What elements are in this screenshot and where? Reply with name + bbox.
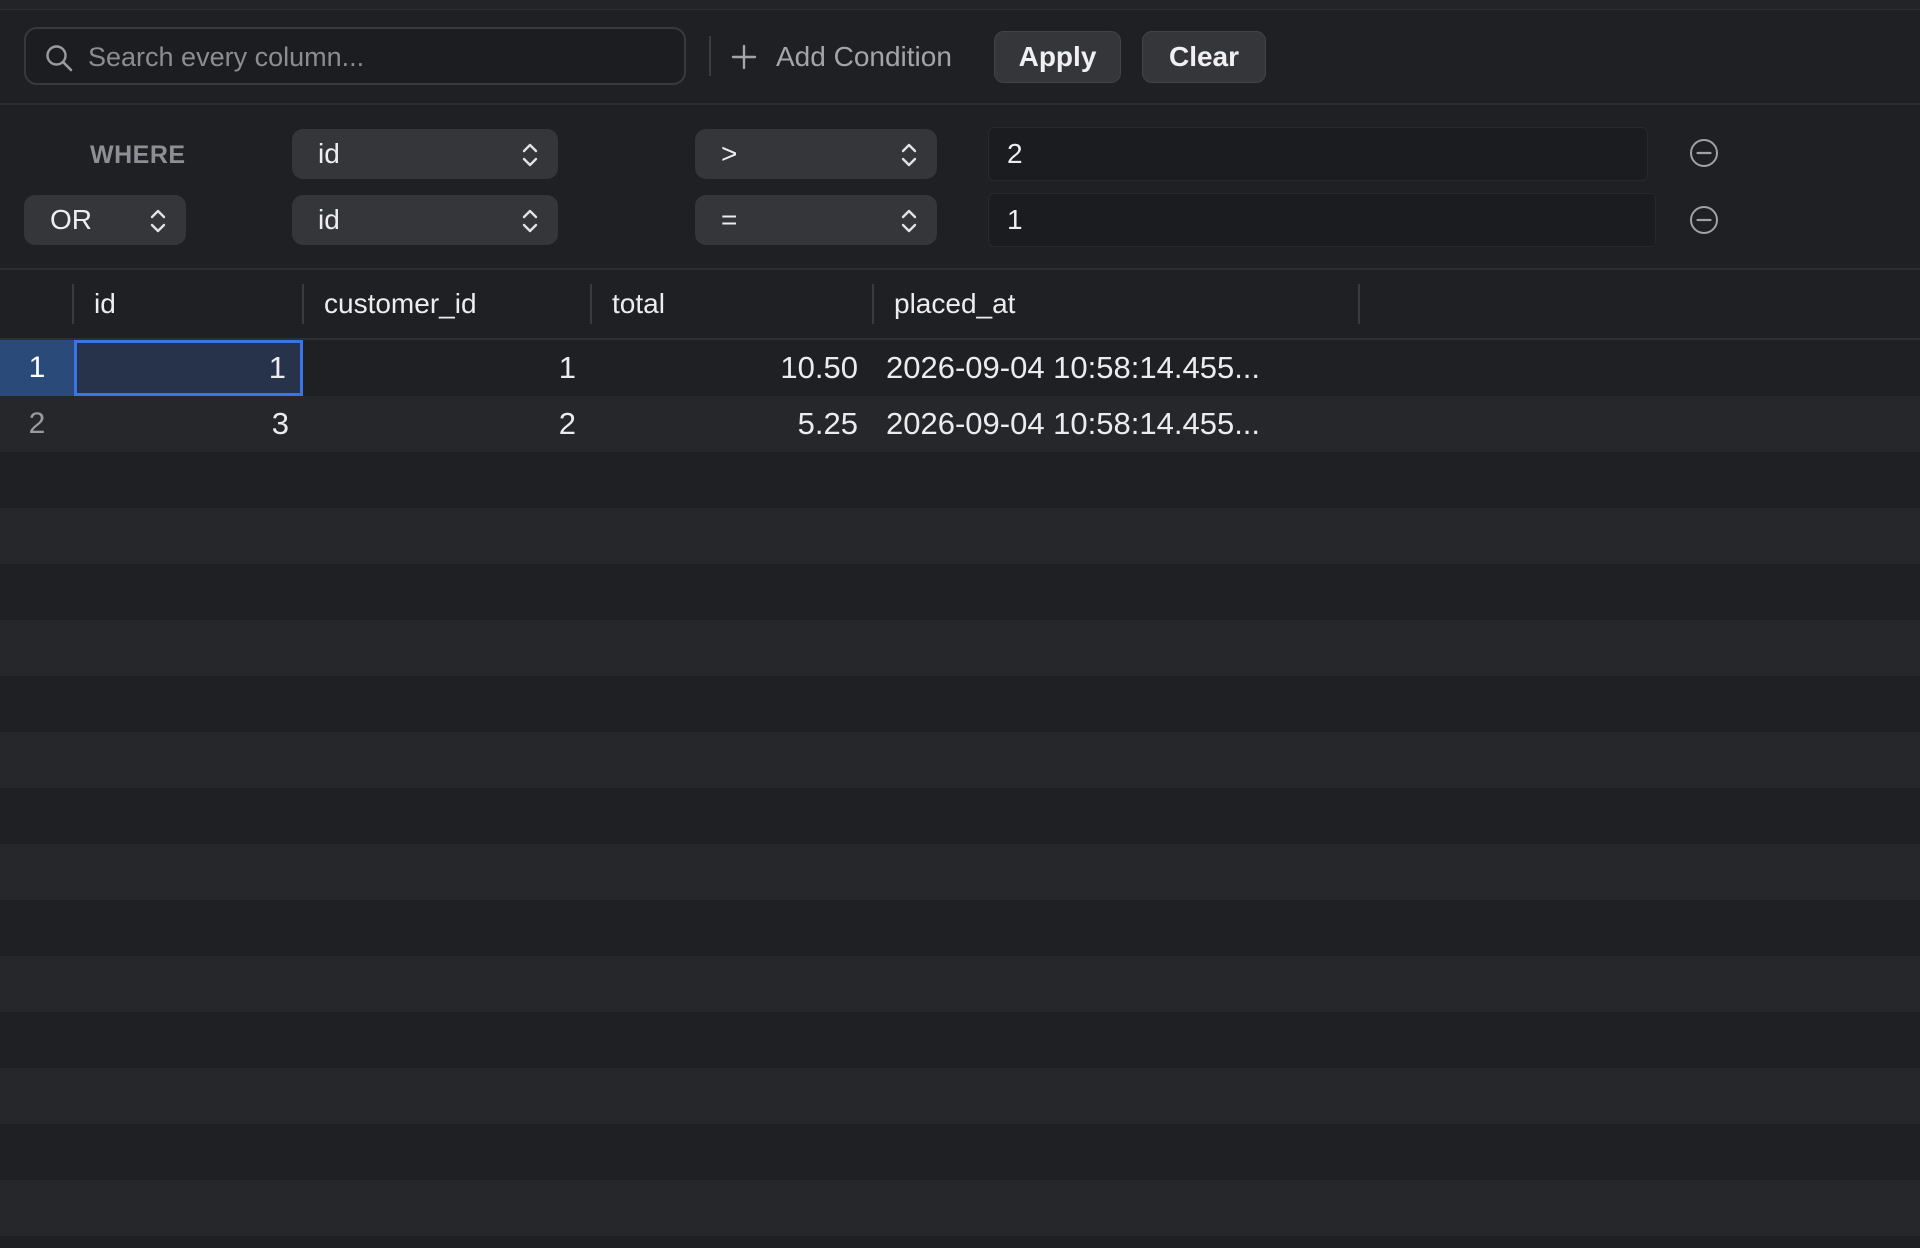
condition-1-value-input[interactable]	[988, 127, 1648, 181]
cell-id[interactable]: 3	[74, 396, 303, 452]
condition-1-column-select[interactable]: id	[292, 129, 558, 179]
table-filter-view: Add Condition Apply Clear WHERE id >	[0, 0, 1920, 1248]
cell-total[interactable]: 10.50	[590, 340, 872, 396]
add-condition-label: Add Condition	[776, 41, 952, 72]
table-row[interactable]: 1 1 1 10.50 2026-09-04 10:58:14.455...	[0, 340, 1920, 396]
minus-circle-icon[interactable]	[1688, 137, 1720, 169]
empty-row	[0, 508, 1920, 564]
empty-row	[0, 620, 1920, 676]
condition-1-column-value: id	[318, 138, 340, 169]
condition-2-operator-select[interactable]: =	[695, 195, 937, 245]
empty-row	[0, 900, 1920, 956]
search-icon	[46, 45, 73, 72]
search-input[interactable]	[86, 37, 670, 77]
minus-circle-icon[interactable]	[1688, 204, 1720, 236]
cell-customer-id[interactable]: 2	[303, 396, 590, 452]
row-number[interactable]: 1	[0, 340, 74, 396]
apply-button[interactable]: Apply	[994, 31, 1121, 83]
condition-2-connector-value: OR	[50, 204, 92, 235]
empty-row	[0, 1180, 1920, 1236]
condition-1-operator-value: >	[721, 138, 738, 169]
toolbar-divider	[709, 36, 711, 76]
clear-button[interactable]: Clear	[1142, 31, 1266, 83]
row-number[interactable]: 2	[0, 396, 74, 452]
cell-total[interactable]: 5.25	[590, 396, 872, 452]
condition-2-value-input[interactable]	[988, 193, 1656, 247]
column-header-total[interactable]: total	[592, 270, 872, 338]
window-top-strip	[0, 0, 1920, 10]
column-header-customer-id[interactable]: customer_id	[304, 270, 590, 338]
condition-2-connector-select[interactable]: OR	[24, 195, 186, 245]
empty-row	[0, 788, 1920, 844]
results-table: id customer_id total placed_at 1 1 1 10.…	[0, 270, 1920, 1248]
column-header-placed-at[interactable]: placed_at	[874, 270, 1358, 338]
empty-row	[0, 1012, 1920, 1068]
table-row[interactable]: 2 3 2 5.25 2026-09-04 10:58:14.455...	[0, 396, 1920, 452]
empty-row	[0, 564, 1920, 620]
table-header: id customer_id total placed_at	[0, 270, 1920, 340]
chevron-up-down-icon	[150, 209, 166, 233]
empty-row	[0, 1124, 1920, 1180]
condition-2-operator-value: =	[721, 204, 738, 235]
search-box[interactable]	[24, 27, 686, 85]
plus-icon	[731, 44, 757, 70]
empty-row	[0, 732, 1920, 788]
empty-row	[0, 676, 1920, 732]
filter-conditions: WHERE id > OR	[0, 105, 1920, 270]
cell-placed-at[interactable]: 2026-09-04 10:58:14.455...	[874, 340, 1358, 396]
condition-2-column-value: id	[318, 204, 340, 235]
chevron-up-down-icon	[522, 209, 538, 233]
empty-row	[0, 956, 1920, 1012]
cell-customer-id[interactable]: 1	[303, 340, 590, 396]
cell-placed-at[interactable]: 2026-09-04 10:58:14.455...	[874, 396, 1358, 452]
where-label: WHERE	[90, 141, 186, 169]
filter-toolbar: Add Condition Apply Clear	[0, 10, 1920, 105]
chevron-up-down-icon	[901, 209, 917, 233]
empty-row	[0, 452, 1920, 508]
cell-id[interactable]: 1	[74, 340, 303, 396]
chevron-up-down-icon	[901, 143, 917, 167]
chevron-up-down-icon	[522, 143, 538, 167]
column-header-id[interactable]: id	[74, 270, 302, 338]
condition-2-column-select[interactable]: id	[292, 195, 558, 245]
empty-row	[0, 1068, 1920, 1124]
column-separator[interactable]	[1358, 284, 1360, 324]
condition-1-operator-select[interactable]: >	[695, 129, 937, 179]
empty-row	[0, 844, 1920, 900]
add-condition-button[interactable]: Add Condition	[730, 30, 952, 84]
